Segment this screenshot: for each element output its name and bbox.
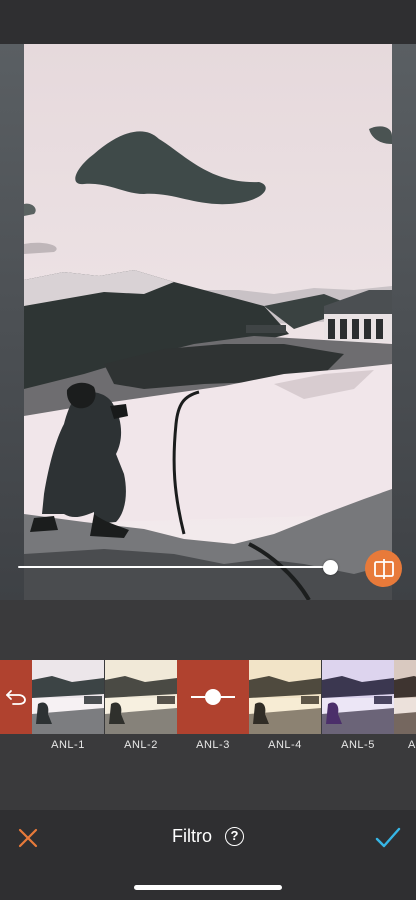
- compare-icon: [373, 558, 394, 579]
- compare-button[interactable]: [365, 550, 402, 587]
- filter-thumbnail[interactable]: [105, 660, 177, 734]
- filter-item-anl-2[interactable]: ANL-2: [105, 660, 177, 755]
- filter-thumbnail[interactable]: [249, 660, 321, 734]
- page-title: Filtro: [171, 825, 212, 846]
- top-bar: [0, 0, 416, 44]
- home-indicator[interactable]: [134, 885, 282, 890]
- filter-intensity-knob[interactable]: [205, 689, 221, 705]
- photo-preview[interactable]: [24, 44, 392, 600]
- filter-thumbnail-image: [105, 660, 177, 734]
- intensity-slider-track[interactable]: [18, 566, 330, 568]
- filter-item-anl-4[interactable]: ANL-4: [249, 660, 321, 755]
- filter-thumbnail-image: [394, 660, 416, 734]
- photo-edge-right: [392, 44, 416, 600]
- checkmark-icon: [375, 827, 401, 848]
- photo-image: [24, 44, 392, 600]
- filter-label: ANL-3: [196, 739, 230, 751]
- intensity-slider-knob[interactable]: [323, 560, 338, 575]
- filter-item-partial[interactable]: A: [394, 660, 416, 755]
- toolbar-title-group: Filtro ?: [0, 825, 416, 847]
- filter-thumbnail-image: [322, 660, 394, 734]
- filter-intensity-line: [221, 696, 235, 698]
- filter-thumbnail-image: [32, 660, 104, 734]
- undo-filter-button[interactable]: [0, 660, 32, 734]
- confirm-button[interactable]: [374, 825, 402, 851]
- filter-item-anl-3[interactable]: ANL-3: [177, 660, 249, 755]
- filter-label: ANL-1: [51, 739, 85, 751]
- help-icon[interactable]: ?: [225, 826, 244, 846]
- filter-thumbnail[interactable]: [394, 660, 416, 734]
- undo-icon: [6, 690, 26, 705]
- filter-item-anl-5[interactable]: ANL-5: [322, 660, 394, 755]
- filter-thumbnail[interactable]: [32, 660, 104, 734]
- filter-label: ANL-2: [124, 739, 158, 751]
- filter-strip[interactable]: ANL-1 ANL-2 ANL-3 ANL-4 ANL-5 A: [0, 660, 416, 755]
- filter-label: A: [408, 739, 416, 751]
- filter-label: ANL-5: [341, 739, 375, 751]
- photo-edge-left: [0, 44, 24, 600]
- filter-thumbnail-selected[interactable]: [177, 660, 249, 734]
- filter-intensity-line: [191, 696, 205, 698]
- filter-item-anl-1[interactable]: ANL-1: [32, 660, 104, 755]
- filter-thumbnail-image: [249, 660, 321, 734]
- filter-thumbnail[interactable]: [322, 660, 394, 734]
- filter-label: ANL-4: [268, 739, 302, 751]
